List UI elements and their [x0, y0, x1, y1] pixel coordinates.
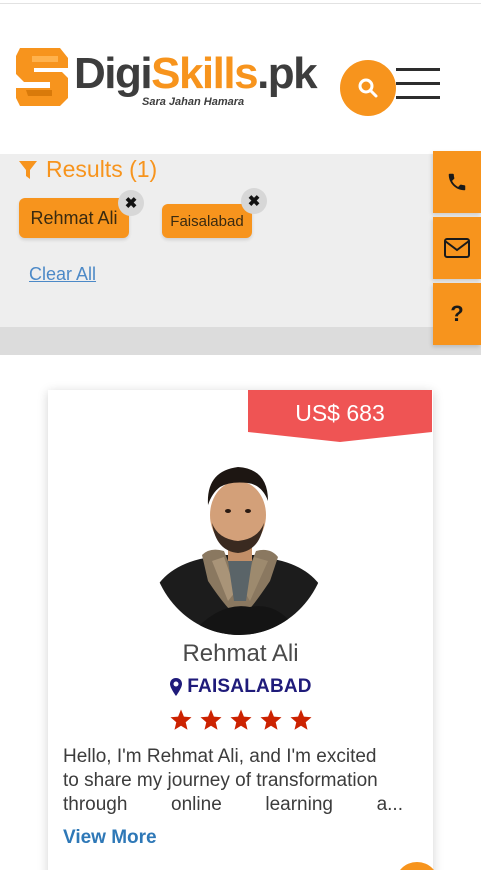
bio-line: to share my journey of transformation [63, 770, 378, 791]
filter-funnel-icon [19, 160, 37, 179]
filter-chip-city: Faisalabad [162, 204, 252, 238]
logo-mark-icon [16, 48, 68, 106]
filter-chip-label: Faisalabad [170, 212, 244, 230]
phone-icon [448, 173, 466, 191]
results-label: Results (1) [46, 156, 158, 182]
remove-symbol: ✖ [247, 193, 261, 210]
logo-digi: Digi [74, 49, 153, 98]
bio-text: Hello, I'm Rehmat Ali, and I'm excited t… [63, 745, 403, 817]
star-icon [200, 709, 221, 730]
location: FAISALABAD [48, 676, 433, 698]
hamburger-menu-icon[interactable] [396, 68, 440, 102]
filter-chip-label: Rehmat Ali [30, 207, 118, 228]
envelope-icon [444, 238, 470, 258]
filter-chip-name: Rehmat Ali [19, 198, 129, 238]
page: DigiSkills.pk Sara Jahan Hamara Results … [0, 0, 481, 870]
site-header: DigiSkills.pk Sara Jahan Hamara [0, 4, 481, 154]
price-label: US$ 683 [295, 400, 385, 426]
phone-contact-button[interactable] [433, 151, 481, 213]
rating-stars [48, 708, 433, 732]
view-more-link[interactable]: View More [63, 827, 157, 849]
profile-photo [150, 451, 328, 635]
star-icon [260, 709, 281, 730]
help-button[interactable]: ? [433, 283, 481, 345]
bio-line: Hello, I'm Rehmat Ali, and I'm excited [63, 746, 377, 767]
search-icon [358, 78, 378, 98]
logo-tagline: Sara Jahan Hamara [142, 96, 245, 108]
star-icon [230, 709, 251, 730]
help-icon: ? [450, 301, 464, 326]
search-button[interactable] [340, 60, 396, 116]
clear-all-link[interactable]: Clear All [29, 264, 96, 285]
star-icon [290, 709, 311, 730]
location-label: FAISALABAD [187, 676, 312, 697]
map-pin-icon [170, 678, 183, 696]
email-contact-button[interactable] [433, 217, 481, 279]
logo-wordmark: DigiSkills.pk [74, 49, 318, 98]
profile-avatar[interactable] [150, 451, 328, 635]
filter-bottom-strip [0, 327, 481, 355]
results-heading: Results (1) [18, 156, 157, 183]
remove-filter-name-icon[interactable]: ✖ [118, 190, 144, 216]
star-icon [170, 709, 191, 730]
remove-symbol: ✖ [124, 195, 138, 212]
bio-line: through online learning a... [63, 794, 403, 815]
digiskills-logo[interactable]: DigiSkills.pk Sara Jahan Hamara [14, 46, 334, 116]
remove-filter-city-icon[interactable]: ✖ [241, 188, 267, 214]
logo-pk: .pk [257, 49, 318, 98]
logo-skills: Skills [151, 49, 258, 98]
freelancer-name[interactable]: Rehmat Ali [48, 640, 433, 668]
